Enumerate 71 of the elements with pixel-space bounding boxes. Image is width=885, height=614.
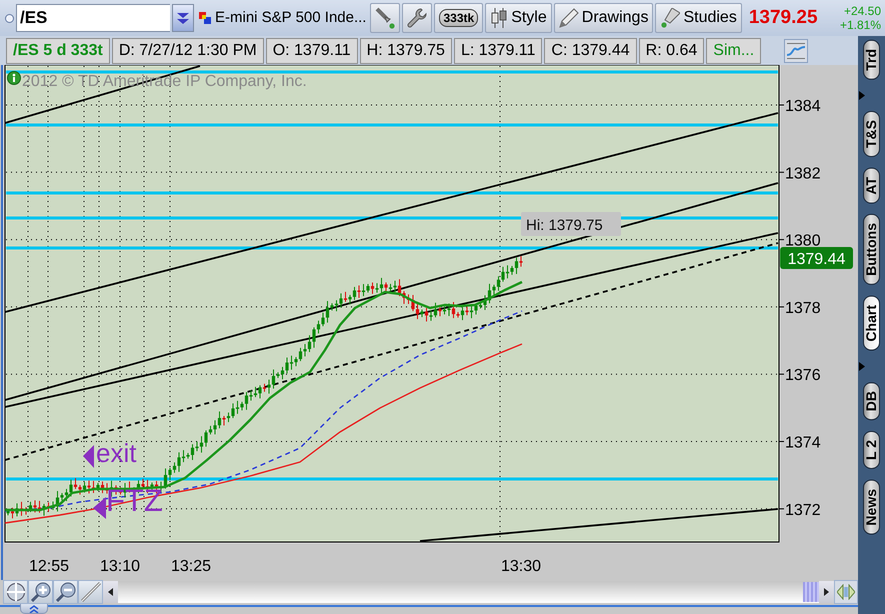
info-field: L: 1379.11 [454, 38, 542, 64]
instrument-name: E-mini S&P 500 Inde... [215, 8, 366, 28]
zoom-in-icon [30, 582, 50, 602]
brush-icon [375, 7, 396, 29]
side-tab[interactable]: News [863, 480, 880, 535]
tick-button[interactable]: 333tk [434, 3, 484, 33]
time-axis-label: 13:10 [100, 558, 140, 575]
crosshair-icon [6, 582, 26, 602]
price-axis-label: 1380 [785, 232, 821, 250]
price-axis-label: 1378 [785, 300, 821, 317]
expand-button[interactable] [20, 604, 48, 614]
zoom-out-icon [56, 582, 76, 602]
left-triangle-icon [93, 497, 106, 519]
net-change: +24.50 [842, 4, 881, 18]
percent-change: +1.81% [840, 18, 881, 32]
circle-icon [5, 14, 14, 22]
info-field: H: 1379.75 [360, 38, 452, 64]
price-axis-label: 1374 [785, 434, 821, 452]
curve-icon [786, 40, 806, 60]
line-icon [80, 582, 100, 602]
studies-button[interactable]: Studies [655, 3, 742, 33]
double-arrow-icon [837, 584, 855, 600]
price-axis-label: 1372 [785, 502, 821, 519]
dropdown-button[interactable] [172, 4, 194, 32]
zoom-out-button[interactable] [53, 580, 78, 604]
price-axis-label: 1382 [785, 165, 821, 182]
pencil-icon [558, 8, 579, 28]
info-field: O: 1379.11 [266, 38, 358, 64]
mode-label: Sim... [706, 38, 762, 64]
right-arrow-icon [824, 588, 829, 596]
indicator-button[interactable] [784, 38, 808, 62]
scroll-thumb[interactable] [803, 582, 819, 602]
brush-button[interactable] [370, 3, 400, 33]
zoom-in-button[interactable] [28, 580, 53, 604]
time-axis-label: 13:30 [500, 558, 542, 575]
left-triangle-icon [83, 445, 94, 468]
annotation-label: exit [96, 438, 136, 468]
side-tab[interactable]: Chart [863, 296, 880, 351]
chart-label: /ES 5 d 333t [6, 38, 110, 64]
squares-icon [199, 12, 211, 24]
left-arrow-icon [108, 588, 113, 596]
crosshair-button[interactable] [3, 580, 28, 604]
info-field: C: 1379.44 [544, 38, 637, 64]
side-tab[interactable]: Buttons [863, 214, 880, 286]
double-chevron-up-icon [29, 604, 39, 612]
scroll-left-button[interactable] [103, 581, 118, 603]
settings-button[interactable] [402, 3, 432, 33]
symbol-field[interactable]: /ES [16, 4, 170, 32]
time-axis-label: 13:25 [170, 558, 212, 575]
info-field: D: 7/27/12 1:30 PM [112, 38, 264, 64]
test-tube-icon [660, 8, 680, 28]
wrench-icon [407, 8, 428, 28]
drawings-button[interactable]: Drawings [554, 3, 654, 33]
current-price-label: 1379.44 [780, 247, 853, 269]
style-button[interactable]: Style [485, 3, 552, 33]
side-tab[interactable]: Trd [863, 40, 880, 80]
side-tab[interactable]: AT [863, 168, 880, 204]
triangle-marker-icon [859, 362, 865, 371]
info-field: R: 0.64 [638, 38, 704, 64]
side-tab[interactable]: DB [863, 382, 880, 420]
last-price: 1379.25 [748, 6, 818, 30]
side-tab[interactable]: L 2 [863, 431, 880, 470]
price-axis-label: 1384 [785, 98, 821, 115]
high-price-label: Hi: 1379.75 [521, 212, 621, 236]
scroll-right-button[interactable] [819, 581, 834, 603]
triangle-marker-icon [859, 90, 865, 100]
time-axis-label: 12:55 [28, 558, 70, 575]
double-chevron-down-icon [176, 12, 190, 24]
candlestick-icon [490, 8, 508, 28]
side-tab[interactable]: T&S [863, 110, 880, 157]
price-axis-label: 1376 [785, 367, 821, 384]
